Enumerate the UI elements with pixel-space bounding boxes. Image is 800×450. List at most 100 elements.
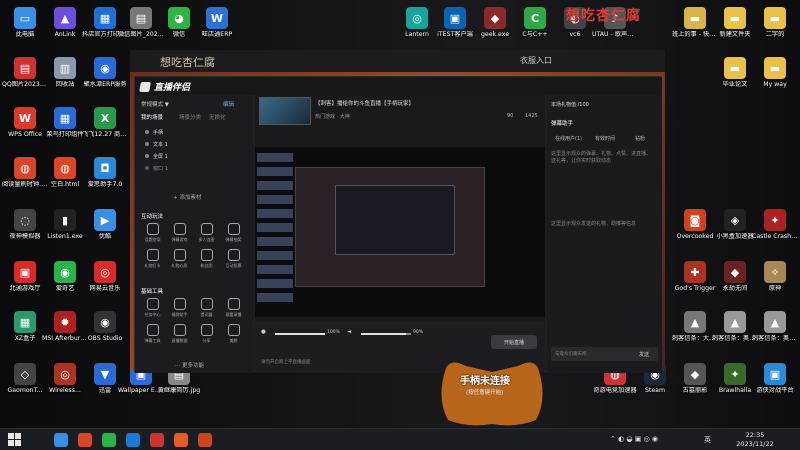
scene-item[interactable]: 文本 1 [145, 139, 245, 149]
tool-item[interactable]: 福袋助手 [168, 298, 191, 320]
desktop-icon[interactable]: ▦ 抖店官方打印组件 [82, 4, 128, 50]
assistant-tab-1[interactable]: 有效时间 [595, 135, 615, 142]
desktop-icon[interactable]: ◎ Wireless... [46, 360, 84, 406]
tool-item[interactable]: 任务中心 [141, 298, 164, 320]
stream-cover-thumbnail[interactable] [259, 97, 311, 125]
desktop-icon[interactable]: ▣ 北通游戏厅 [6, 258, 44, 304]
desktop-icon[interactable]: ▼ 迅雷 [86, 360, 124, 406]
tool-item[interactable]: 多人连麦 [195, 223, 218, 245]
tool-item[interactable]: 弹幕工具 [141, 324, 164, 346]
desktop-icon[interactable]: ✧ 原神 [756, 258, 794, 304]
taskbar-app-icon[interactable] [54, 433, 68, 447]
desktop-icon[interactable]: ✦ Brawlhalla [716, 360, 754, 406]
desktop-icon[interactable]: ▥ 回收站 [46, 54, 84, 100]
desktop-icon[interactable]: ▬ 新建文件夹 [716, 4, 754, 50]
desktop-icon[interactable]: ▬ 二字的 [756, 4, 794, 50]
input-language[interactable]: 英 [704, 435, 711, 445]
desktop-icon[interactable]: W 旺店通ERP [198, 4, 236, 50]
desktop-icon[interactable]: ▬ 毕业论文 [716, 54, 754, 100]
desktop-icon[interactable]: ◉ 爱奇艺 [46, 258, 84, 304]
desktop-icon[interactable]: ▤微信图片_2023010... [118, 4, 164, 50]
scene-tab-1[interactable]: 无损化 [209, 113, 226, 121]
desktop-icon[interactable]: ▮ Listen1.exe [46, 206, 84, 252]
desktop-icon[interactable]: ▬ My way [756, 54, 794, 100]
tool-item[interactable]: 礼物打卡 [141, 249, 164, 271]
edit-link[interactable]: 编辑 [223, 100, 234, 108]
taskbar-app-icon[interactable] [102, 433, 116, 447]
desktop-icon[interactable]: ▣ iTEST客户端 [436, 4, 474, 50]
desktop-icon[interactable]: ▦ XZ盒子 [6, 308, 44, 354]
desktop-icon[interactable]: ▣ 游侠对战平台 [756, 360, 794, 406]
desktop-icon[interactable]: ▲ 刺客信条：大革命 [672, 308, 718, 354]
desktop-icon[interactable]: ◉ 聚水潭ERP服务 [84, 54, 126, 100]
desktop-icon[interactable]: ◇ GaomonT... [6, 360, 44, 406]
desktop-icon[interactable]: ◌ 夜神模拟器 [6, 206, 44, 252]
mode-dropdown[interactable]: 常规模式 ▼ [141, 100, 169, 108]
taskbar-app-icon[interactable] [198, 433, 212, 447]
desktop-icon[interactable]: ◍阅读量刷时钟.html [2, 154, 48, 200]
desktop-icon[interactable]: X 飞飞12.27 商品.xls [82, 104, 128, 150]
scene-item[interactable]: 窗口 1 [145, 163, 245, 173]
mic-icon[interactable]: ● [261, 329, 266, 335]
system-clock[interactable]: 22:35 2023/11/22 [725, 431, 785, 449]
desktop-icon[interactable]: ◎ Lantern [398, 4, 436, 50]
taskbar-app-icon[interactable] [78, 433, 92, 447]
desktop-icon[interactable]: C C与C++ [516, 4, 554, 50]
desktop-icon[interactable]: ◕ 微信 [160, 4, 198, 50]
taskbar-app-icon[interactable] [150, 433, 164, 447]
desktop-icon[interactable]: ◆ 古墓丽影 [676, 360, 714, 406]
desktop-icon[interactable]: ✦ Castle Crashers [752, 206, 798, 252]
desktop-icon[interactable]: ◆ 永劫无间 [716, 258, 754, 304]
tool-item[interactable]: 分享 [195, 324, 218, 346]
send-button[interactable]: 发送 [639, 351, 649, 358]
add-source-button[interactable]: + 添加素材 [173, 193, 201, 201]
desktop-icon[interactable]: ◍ 空白.html [46, 154, 84, 200]
start-icon[interactable] [8, 433, 22, 447]
tool-item[interactable]: 话题答案 [141, 223, 164, 245]
tool-item[interactable]: 提词器 [195, 298, 218, 320]
tool-item[interactable]: 美颜 [222, 324, 245, 346]
desktop-icon[interactable]: ◆ geek.exe [476, 4, 514, 50]
more-tools-link[interactable]: ··· 更多功能 [175, 361, 204, 369]
desktop-icon[interactable]: ✚ God's Trigger [675, 258, 715, 304]
desktop-icon[interactable]: ▭ 此电脑 [6, 4, 44, 50]
scene-item[interactable]: 手柄 [145, 127, 245, 137]
tool-item[interactable]: 礼物心愿 [168, 249, 191, 271]
desktop-icon[interactable]: ▬班上的事 - 快捷方式 [672, 4, 718, 50]
taskbar-app-icon[interactable] [174, 433, 188, 447]
desktop-icon[interactable]: ▲ 刺客信条：奥德赛 [752, 308, 798, 354]
mic-volume-slider[interactable] [275, 333, 325, 335]
desktop-app-icon: ✹ [54, 311, 76, 333]
speaker-icon[interactable]: ◄ [347, 329, 351, 335]
scene-tab-0[interactable]: 场景分类 [179, 113, 201, 121]
tool-item[interactable]: 互动投票 [222, 249, 245, 271]
desktop-icon[interactable]: ◈ 小黑盒加速器 [716, 206, 754, 252]
desktop-icon[interactable]: ▲ 刺客信条：奥德赛 [712, 308, 758, 354]
tray-icons[interactable]: ⌃ ◐ ◒ ▣ ◎ ◉ [610, 435, 658, 443]
desktop-icon[interactable]: ✹ MSI Afterburner [42, 308, 88, 354]
desktop-icon[interactable]: ▤QQ图片20230510... [2, 54, 48, 100]
desktop-icon[interactable]: ▶ 优酷 [86, 206, 124, 252]
desktop-icon[interactable]: ▦ 菜鸟打印组件 [46, 104, 84, 150]
assistant-tab-0[interactable]: 在线用户(1) [555, 135, 582, 142]
mic-volume: 100% [327, 330, 340, 335]
tool-item[interactable]: 观看录播 [222, 298, 245, 320]
tool-item[interactable]: 直播数据 [168, 324, 191, 346]
taskbar-app-icon[interactable] [126, 433, 140, 447]
desktop-icon[interactable]: ◉ OBS Studio [86, 308, 124, 354]
desktop-icon[interactable]: W WPS Office [6, 104, 44, 150]
desktop-icon[interactable]: ▲ AnLink [46, 4, 84, 50]
assistant-tab-2[interactable]: 钻粉 [635, 135, 645, 142]
desktop-icon[interactable]: ◘ 爱思助手7.0 [86, 154, 124, 200]
start-live-button[interactable]: 开始直播 [491, 335, 537, 349]
stream-preview[interactable] [255, 147, 545, 317]
desktop-icon[interactable]: ◙ Overcooked [676, 206, 714, 252]
scene-item[interactable]: 全屏 1 [145, 151, 245, 161]
tool-item[interactable]: 粉丝团 [195, 249, 218, 271]
tool-item[interactable]: 弹幕抽奖 [222, 223, 245, 245]
desktop-icon[interactable]: ◎ 网易云音乐 [86, 258, 124, 304]
stream-title[interactable]: 【刺客】播给你的斗鱼直播【手柄玩家】 [315, 99, 414, 107]
tool-item[interactable]: 弹幕游戏 [168, 223, 191, 245]
speaker-volume-slider[interactable] [361, 333, 411, 335]
streamer-top-button[interactable]: 衣服入口 [520, 55, 552, 66]
